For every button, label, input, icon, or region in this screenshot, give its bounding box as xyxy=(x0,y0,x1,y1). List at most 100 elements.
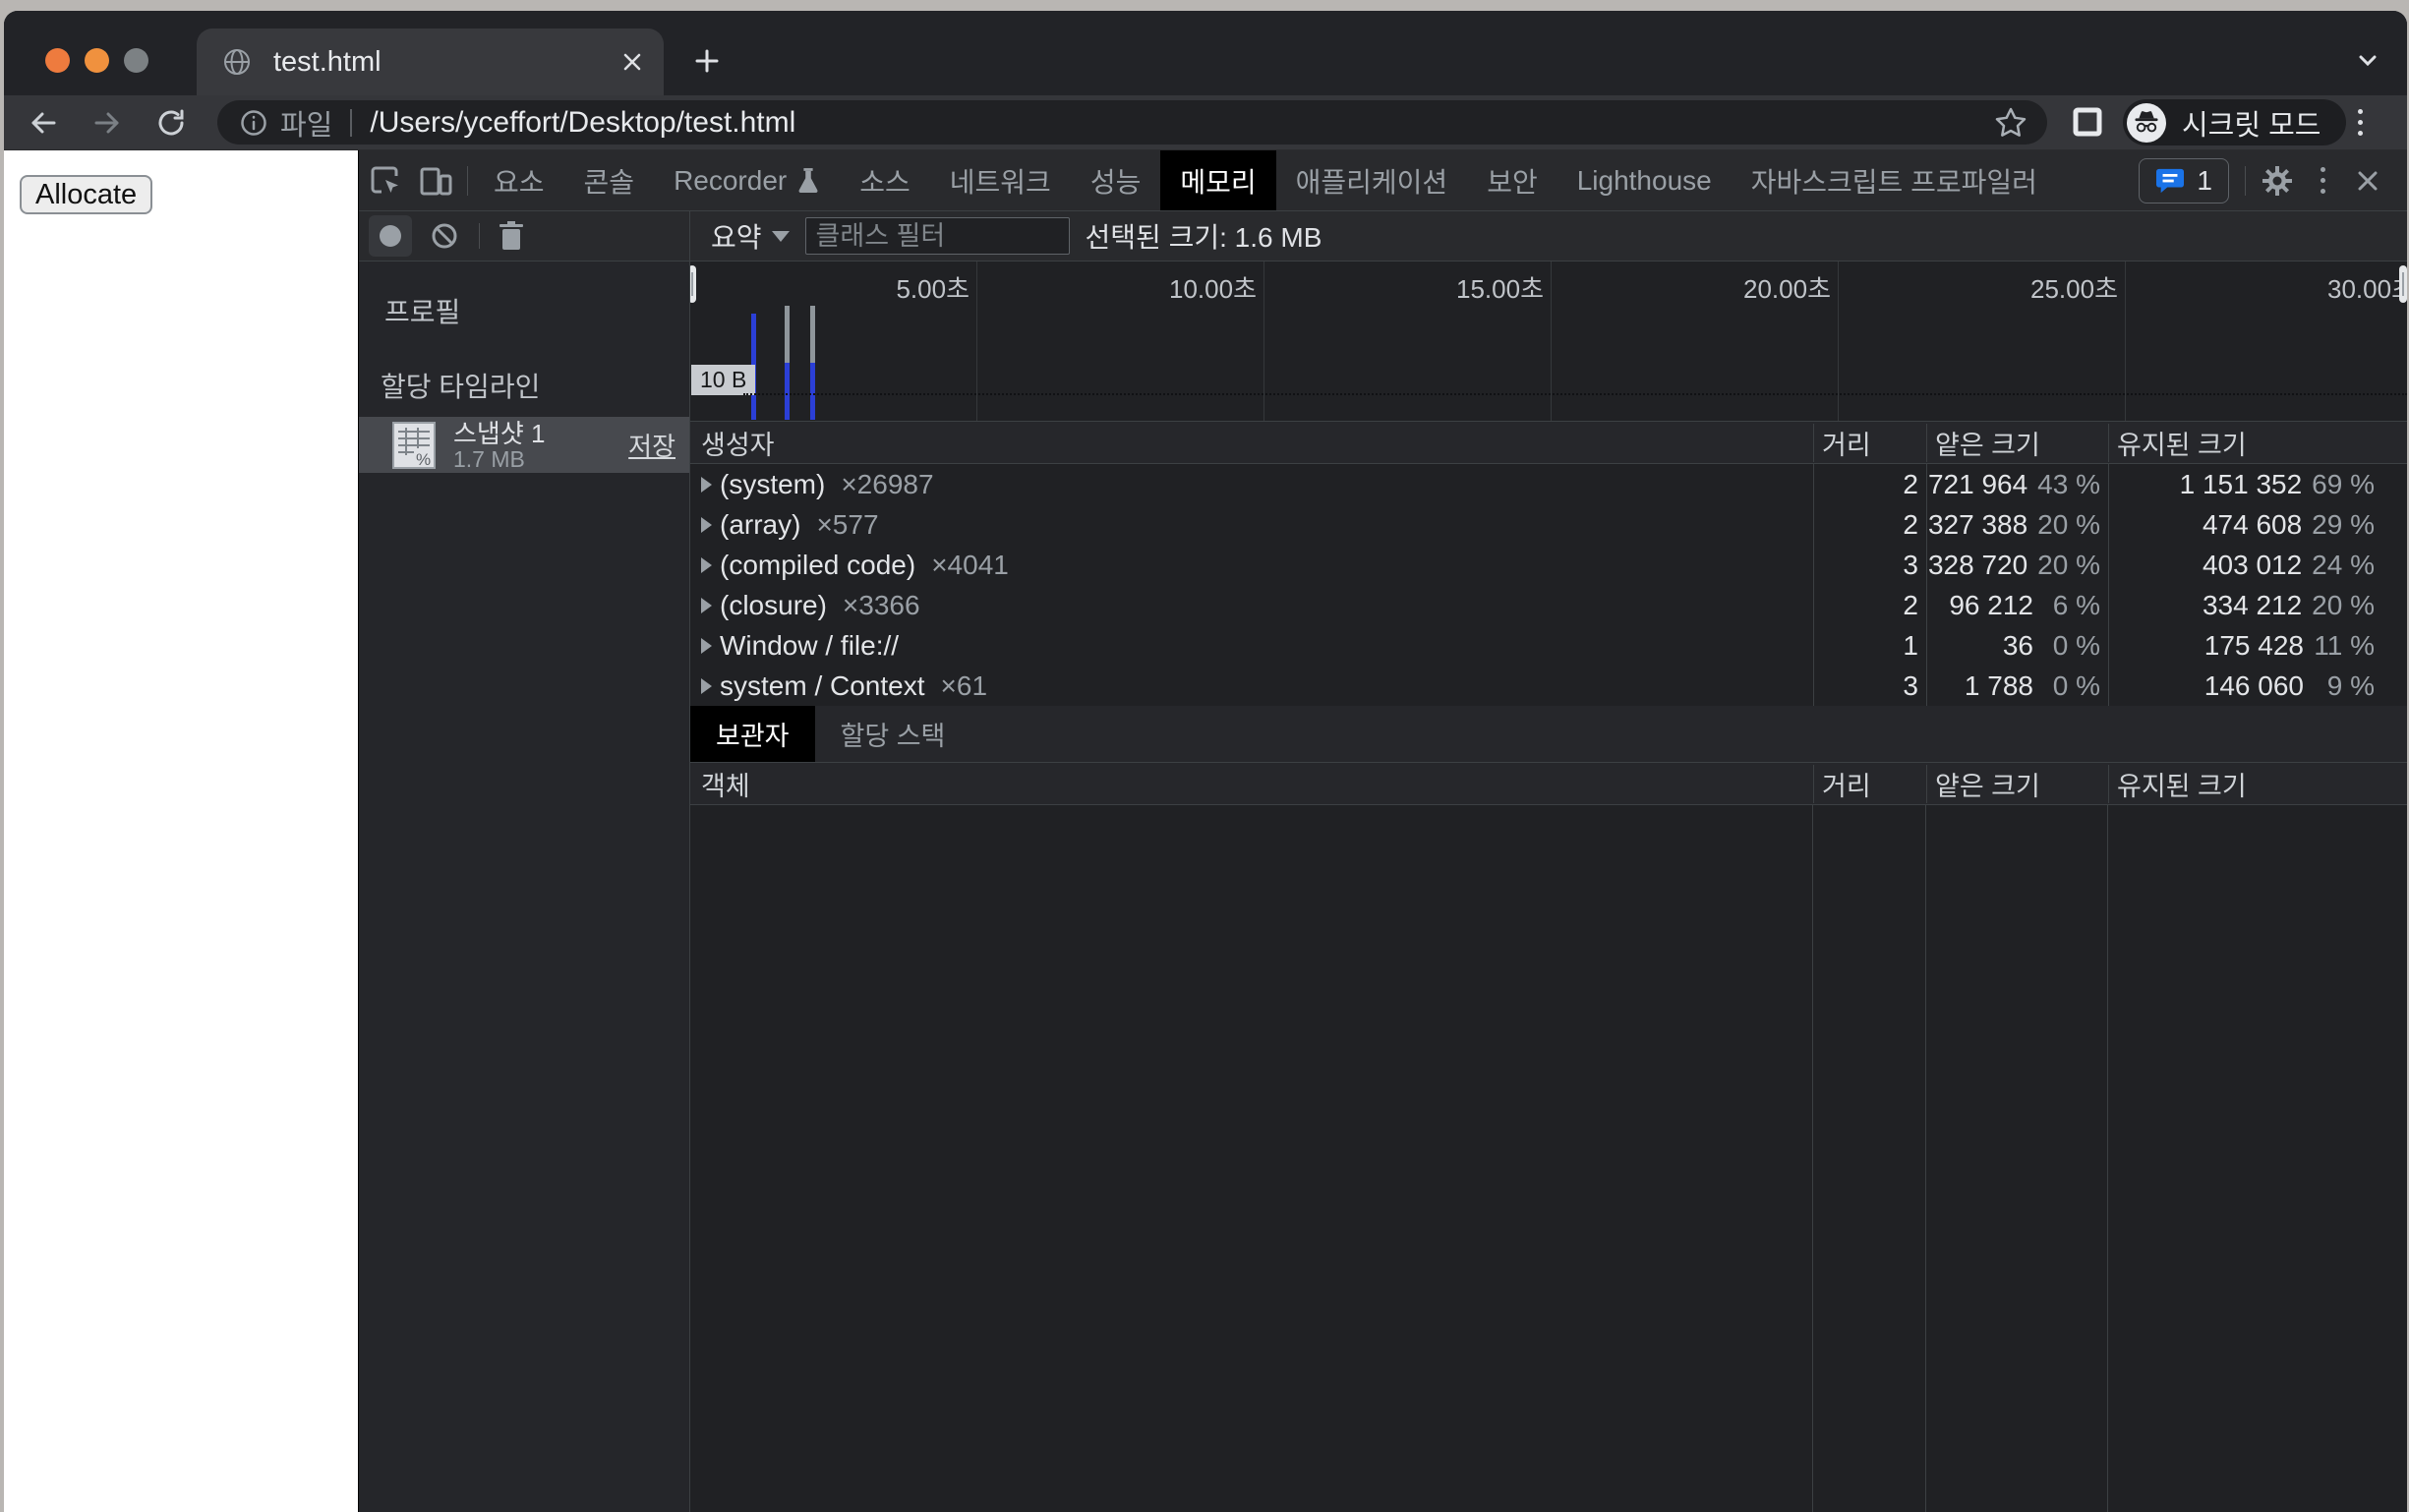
profiles-sidebar: 프로필 할당 타임라인 % 스냅샷 1 1.7 MB 저장 xyxy=(359,262,690,1512)
table-row[interactable]: (closure)×3366 2 96 2126 % 334 21220 % xyxy=(690,585,2407,625)
window-close-button[interactable] xyxy=(45,48,70,73)
table-row[interactable]: (array)×577 2 327 38820 % 474 60829 % xyxy=(690,504,2407,545)
traffic-lights xyxy=(45,48,148,73)
bookmark-star-icon[interactable] xyxy=(1994,106,2027,140)
url-text: /Users/yceffort/Desktop/test.html xyxy=(370,106,1994,140)
tab-strip: test.html xyxy=(4,11,2407,95)
table-row[interactable]: (compiled code)×4041 3 328 72020 % 403 0… xyxy=(690,545,2407,585)
perspective-select[interactable]: 요약 xyxy=(711,216,790,256)
window-zoom-button[interactable] xyxy=(124,48,148,73)
experiment-flask-icon xyxy=(796,167,820,195)
selected-size-label: 선택된 크기: 1.6 MB xyxy=(1086,216,1322,256)
reload-icon[interactable] xyxy=(153,105,189,141)
globe-favicon-icon xyxy=(222,47,252,77)
browser-menu-dots-icon[interactable] xyxy=(2358,109,2363,136)
tab-retainers[interactable]: 보관자 xyxy=(690,706,815,762)
tab-close-icon[interactable] xyxy=(620,50,644,74)
device-toolbar-icon[interactable] xyxy=(410,150,461,210)
shallow-size-value: 327 388 xyxy=(1927,509,2027,541)
retained-size-value: 403 012 xyxy=(2109,550,2302,581)
svg-text:%: % xyxy=(416,450,431,469)
table-row[interactable]: Window / file:// 1 360 % 175 42811 % xyxy=(690,625,2407,666)
column-divider xyxy=(1812,805,1813,1512)
column-divider xyxy=(1925,805,1926,1512)
expander-icon[interactable] xyxy=(701,678,712,694)
shallow-size-value: 36 xyxy=(1927,630,2033,662)
table-row[interactable]: system / Context×61 3 1 7880 % 146 0609 … xyxy=(690,666,2407,706)
expander-icon[interactable] xyxy=(701,638,712,654)
constructor-name: (compiled code) xyxy=(720,550,915,581)
instance-count: ×3366 xyxy=(843,590,920,621)
tab-application[interactable]: 애플리케이션 xyxy=(1276,150,1468,210)
expander-icon[interactable] xyxy=(701,557,712,573)
tab-recorder[interactable]: Recorder xyxy=(654,150,840,210)
snapshot-item[interactable]: % 스냅샷 1 1.7 MB 저장 xyxy=(359,417,689,473)
browser-window: test.html 파일 /Users/yceffort/D xyxy=(4,11,2407,1512)
snapshot-save-link[interactable]: 저장 xyxy=(628,427,676,463)
gear-icon[interactable] xyxy=(2252,150,2303,210)
tab-search-chevron-icon[interactable] xyxy=(2354,46,2381,74)
new-tab-button[interactable] xyxy=(692,46,722,76)
column-shallow-size[interactable]: 얕은 크기 xyxy=(1926,765,2108,803)
issues-button[interactable]: 1 xyxy=(2139,158,2229,204)
shallow-size-pct: 6 % xyxy=(2043,590,2100,621)
column-distance[interactable]: 거리 xyxy=(1813,765,1926,803)
allocation-timeline-overview[interactable]: 5.00초 10.00초 15.00초 20.00초 25.00초 30.00초… xyxy=(690,262,2407,422)
forward-icon[interactable] xyxy=(89,105,125,141)
timeline-right-handle-icon[interactable] xyxy=(2399,265,2407,303)
class-filter-input[interactable] xyxy=(805,217,1070,255)
tab-performance[interactable]: 성능 xyxy=(1071,150,1161,210)
snapshot-size: 1.7 MB xyxy=(453,447,628,471)
retained-size-pct: 9 % xyxy=(2314,670,2375,702)
distance-value: 2 xyxy=(1814,590,1926,621)
instance-count: ×577 xyxy=(816,509,878,541)
address-bar[interactable]: 파일 /Users/yceffort/Desktop/test.html xyxy=(217,100,2047,145)
tab-sources[interactable]: 소스 xyxy=(840,150,930,210)
issues-count: 1 xyxy=(2197,165,2212,197)
tab-memory[interactable]: 메모리 xyxy=(1160,150,1275,210)
shallow-size-value: 721 964 xyxy=(1927,469,2027,500)
allocation-timeline-section[interactable]: 할당 타임라인 xyxy=(359,330,689,417)
column-constructor[interactable]: 생성자 xyxy=(690,424,1813,462)
column-object[interactable]: 객체 xyxy=(690,765,1813,803)
back-icon[interactable] xyxy=(26,105,61,141)
tab-elements[interactable]: 요소 xyxy=(474,150,564,210)
column-distance[interactable]: 거리 xyxy=(1813,424,1926,462)
devtools-menu-dots-icon[interactable] xyxy=(2303,150,2342,210)
column-retained-size[interactable]: 유지된 크기 xyxy=(2108,424,2407,462)
toolbar-divider xyxy=(467,166,468,196)
constructor-name: (closure) xyxy=(720,590,827,621)
browser-tab[interactable]: test.html xyxy=(197,29,664,95)
column-retained-size[interactable]: 유지된 크기 xyxy=(2108,765,2407,803)
expander-icon[interactable] xyxy=(701,598,712,613)
tab-network[interactable]: 네트워크 xyxy=(930,150,1071,210)
retained-size-pct: 29 % xyxy=(2312,509,2375,541)
incognito-label: 시크릿 모드 xyxy=(2182,102,2321,144)
record-button[interactable] xyxy=(369,215,412,257)
shallow-size-pct: 0 % xyxy=(2043,670,2100,702)
clear-profiles-icon[interactable] xyxy=(430,221,459,251)
tab-console[interactable]: 콘솔 xyxy=(564,150,655,210)
memory-toolbar: 요약 선택된 크기: 1.6 MB xyxy=(359,211,2407,262)
navigation-bar: 파일 /Users/yceffort/Desktop/test.html 시크릿… xyxy=(4,95,2407,150)
constructor-name: Window / file:// xyxy=(720,630,899,662)
trash-icon[interactable] xyxy=(498,220,525,252)
tab-js-profiler[interactable]: 자바스크립트 프로파일러 xyxy=(1732,150,2057,210)
side-panel-icon[interactable] xyxy=(2071,105,2104,139)
tab-allocation-stack[interactable]: 할당 스택 xyxy=(815,706,971,762)
table-row[interactable]: (system)×26987 2 721 96443 % 1 151 35269… xyxy=(690,464,2407,504)
allocate-button[interactable]: Allocate xyxy=(20,175,152,214)
tab-lighthouse[interactable]: Lighthouse xyxy=(1557,150,1732,210)
tab-security[interactable]: 보안 xyxy=(1467,150,1557,210)
devtools-close-icon[interactable] xyxy=(2342,150,2393,210)
timeline-left-handle-icon[interactable] xyxy=(690,265,696,303)
window-minimize-button[interactable] xyxy=(85,48,109,73)
timeline-bars xyxy=(690,262,2407,421)
expander-icon[interactable] xyxy=(701,477,712,493)
expander-icon[interactable] xyxy=(701,517,712,533)
inspect-element-icon[interactable] xyxy=(359,150,410,210)
constructor-name: system / Context xyxy=(720,670,925,702)
column-shallow-size[interactable]: 얕은 크기 xyxy=(1926,424,2108,462)
constructor-name: (array) xyxy=(720,509,800,541)
info-icon[interactable] xyxy=(239,108,268,138)
